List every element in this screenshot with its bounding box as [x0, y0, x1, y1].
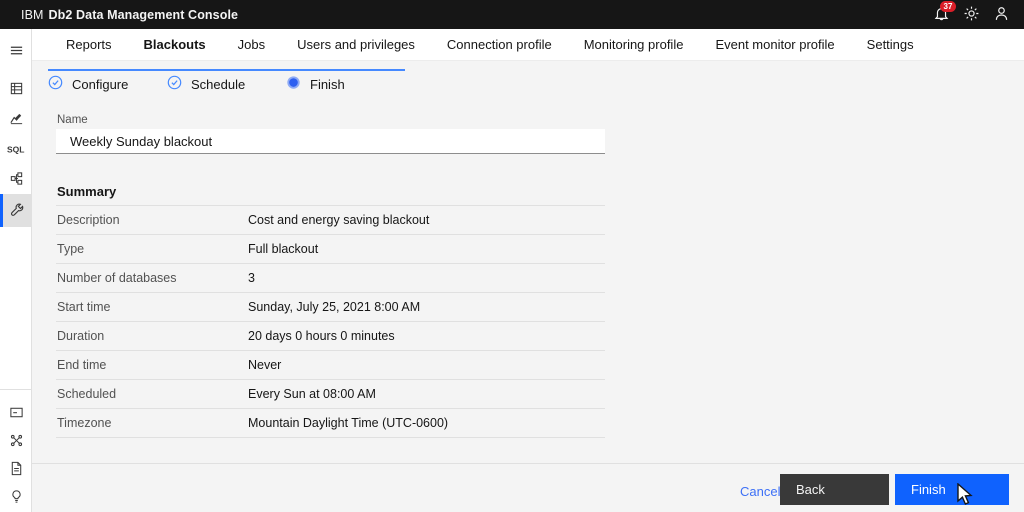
- sidebar-item-ideas[interactable]: [0, 482, 32, 511]
- sidebar-item-sql-editor[interactable]: SQL: [0, 134, 32, 163]
- menu-hamburger-icon: [9, 43, 24, 58]
- header-actions: 37: [926, 0, 1016, 29]
- summary-section: Summary Description Cost and energy savi…: [56, 178, 605, 438]
- cancel-button[interactable]: Cancel: [740, 484, 780, 499]
- sidebar-item-console[interactable]: [0, 398, 32, 427]
- left-sidebar: SQL: [0, 29, 32, 512]
- tab-settings[interactable]: Settings: [851, 29, 930, 61]
- summary-row-number-of-databases: Number of databases 3: [56, 264, 605, 293]
- notification-count-badge: 37: [940, 1, 956, 12]
- sidebar-item-databases[interactable]: [0, 74, 32, 103]
- sidebar-divider: [0, 389, 32, 390]
- row-label: Type: [57, 242, 85, 256]
- row-value: Never: [248, 358, 282, 372]
- row-label: Timezone: [57, 416, 112, 430]
- row-value: Cost and energy saving blackout: [248, 213, 430, 227]
- row-value: 3: [248, 271, 255, 285]
- user-profile-button[interactable]: [986, 0, 1016, 29]
- progress-indicator-line: [48, 69, 405, 71]
- finish-button[interactable]: Finish: [895, 474, 1009, 505]
- data-tree-icon: [9, 171, 24, 186]
- wizard-content: Configure Schedule Finish Name Summary: [32, 61, 1024, 463]
- step-complete-check-icon: [48, 75, 72, 93]
- databases-table-icon: [9, 81, 24, 96]
- tab-reports[interactable]: Reports: [50, 29, 128, 61]
- wizard-footer: Cancel Back Finish: [32, 463, 1024, 512]
- summary-row-start-time: Start time Sunday, July 25, 2021 8:00 AM: [56, 293, 605, 322]
- step-label: Configure: [72, 76, 129, 92]
- progress-steps: Configure Schedule Finish: [48, 75, 405, 93]
- row-label: End time: [57, 358, 107, 372]
- tab-blackouts[interactable]: Blackouts: [128, 29, 222, 61]
- summary-row-description: Description Cost and energy saving black…: [56, 206, 605, 235]
- administration-wrench-icon: [10, 203, 25, 218]
- app-title: IBM Db2 Data Management Console: [21, 8, 238, 22]
- main-nav-tabs: Reports Blackouts Jobs Users and privile…: [32, 29, 1024, 61]
- sidebar-item-documentation[interactable]: [0, 454, 32, 483]
- notifications-button[interactable]: 37: [926, 0, 956, 29]
- sidebar-item-connections[interactable]: [0, 426, 32, 455]
- sidebar-item-monitoring[interactable]: [0, 104, 32, 133]
- sql-editor-icon: SQL: [6, 143, 26, 155]
- brand-prefix: IBM: [21, 7, 44, 22]
- monitoring-chart-icon: [9, 111, 24, 126]
- summary-row-duration: Duration 20 days 0 hours 0 minutes: [56, 322, 605, 351]
- row-value: Mountain Daylight Time (UTC-0600): [248, 416, 449, 430]
- tab-event-monitor-profile[interactable]: Event monitor profile: [699, 29, 850, 61]
- brand-name: Db2 Data Management Console: [48, 7, 239, 22]
- tab-users-and-privileges[interactable]: Users and privileges: [281, 29, 431, 61]
- idea-lightbulb-icon: [9, 489, 24, 504]
- row-label: Start time: [57, 300, 111, 314]
- app-header: IBM Db2 Data Management Console 37: [0, 0, 1024, 29]
- step-configure[interactable]: Configure: [48, 75, 167, 93]
- summary-row-end-time: End time Never: [56, 351, 605, 380]
- tab-connection-profile[interactable]: Connection profile: [431, 29, 568, 61]
- tab-monitoring-profile[interactable]: Monitoring profile: [568, 29, 700, 61]
- sidebar-item-administration[interactable]: [0, 194, 32, 227]
- svg-text:SQL: SQL: [7, 144, 24, 154]
- theme-toggle-button[interactable]: [956, 0, 986, 29]
- sidebar-menu-button[interactable]: [0, 36, 32, 65]
- tab-jobs[interactable]: Jobs: [222, 29, 281, 61]
- user-avatar-icon: [993, 5, 1010, 25]
- step-label: Schedule: [191, 76, 246, 92]
- theme-toggle-sun-icon: [963, 5, 980, 25]
- row-label: Scheduled: [57, 387, 117, 401]
- summary-row-timezone: Timezone Mountain Daylight Time (UTC-060…: [56, 409, 605, 438]
- summary-title: Summary: [56, 178, 605, 206]
- step-schedule[interactable]: Schedule: [167, 75, 286, 93]
- console-window-icon: [9, 405, 24, 420]
- summary-row-scheduled: Scheduled Every Sun at 08:00 AM: [56, 380, 605, 409]
- name-field-label: Name: [57, 114, 88, 126]
- step-complete-check-icon: [167, 75, 191, 93]
- row-value: Sunday, July 25, 2021 8:00 AM: [248, 300, 421, 314]
- row-label: Number of databases: [57, 271, 177, 285]
- name-input[interactable]: [56, 129, 605, 154]
- row-value: Full blackout: [248, 242, 319, 256]
- sidebar-item-data-tree[interactable]: [0, 164, 32, 193]
- step-current-dot-icon: [286, 75, 310, 93]
- back-button[interactable]: Back: [780, 474, 889, 505]
- document-icon: [9, 461, 24, 476]
- step-label: Finish: [310, 76, 345, 92]
- row-label: Description: [57, 213, 120, 227]
- row-value: Every Sun at 08:00 AM: [248, 387, 376, 401]
- step-finish[interactable]: Finish: [286, 75, 405, 93]
- connections-network-icon: [9, 433, 24, 448]
- summary-row-type: Type Full blackout: [56, 235, 605, 264]
- row-label: Duration: [57, 329, 105, 343]
- row-value: 20 days 0 hours 0 minutes: [248, 329, 395, 343]
